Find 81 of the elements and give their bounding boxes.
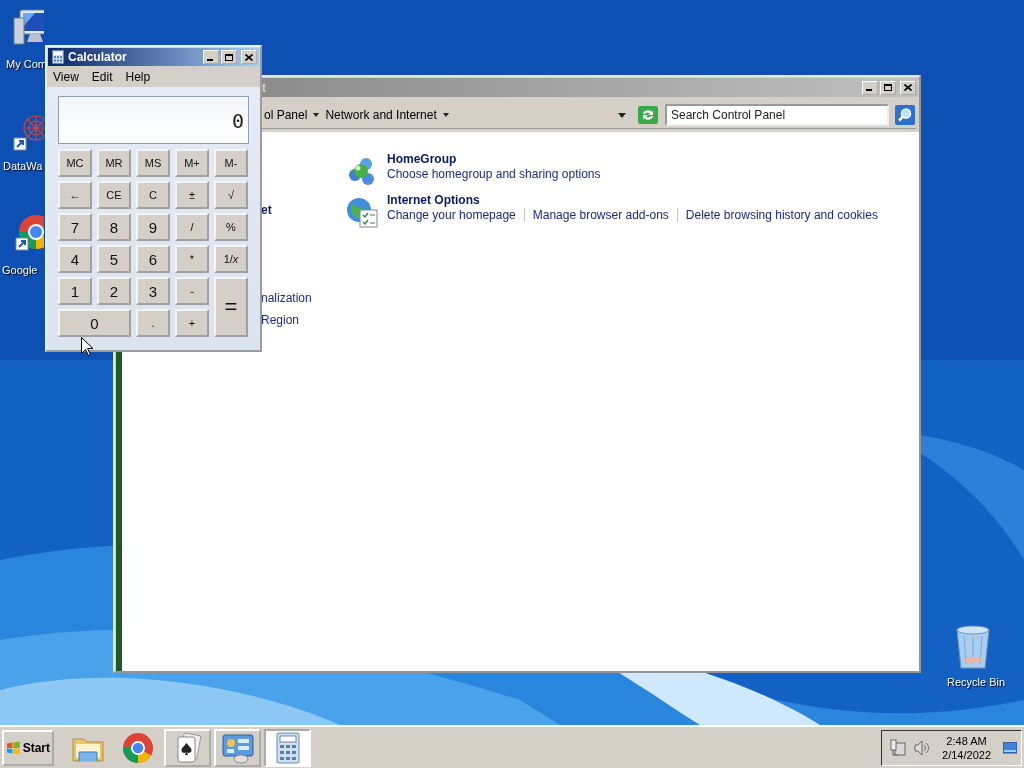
- calculator-key[interactable]: MC: [58, 149, 92, 177]
- close-button[interactable]: [241, 50, 257, 64]
- calculator-icon: [273, 731, 302, 764]
- menu-item[interactable]: View: [53, 70, 79, 84]
- calculator-key[interactable]: 4: [58, 245, 92, 273]
- task-link[interactable]: Manage browser add-ons: [532, 208, 669, 222]
- recycle-bin-icon[interactable]: [953, 624, 993, 670]
- windows-logo-icon: [6, 740, 21, 755]
- calculator-key[interactable]: -: [175, 277, 209, 305]
- desktop-icon-label[interactable]: Google: [2, 264, 38, 276]
- calculator-key[interactable]: 2: [97, 277, 131, 305]
- desktop-icon-label[interactable]: Recycle Bin: [947, 676, 1006, 688]
- calculator-key[interactable]: MS: [136, 149, 170, 177]
- calculator-key[interactable]: C: [136, 181, 170, 209]
- calculator-key[interactable]: .: [136, 309, 170, 337]
- calculator-key[interactable]: √: [214, 181, 248, 209]
- search-icon[interactable]: [895, 105, 915, 125]
- calculator-key[interactable]: ←: [58, 181, 92, 209]
- calculator-key[interactable]: 7: [58, 213, 92, 241]
- desktop-icon-label[interactable]: DataWa: [3, 160, 43, 172]
- network-graph-icon[interactable]: [12, 112, 44, 152]
- search-field[interactable]: Search Control Panel: [665, 104, 889, 126]
- show-desktop-icon: [1003, 741, 1017, 754]
- cursor-icon: [81, 337, 93, 356]
- maximize-button[interactable]: [221, 50, 237, 64]
- calculator-key[interactable]: MR: [97, 149, 131, 177]
- refresh-icon[interactable]: [638, 106, 658, 124]
- calculator-key[interactable]: 3: [136, 277, 170, 305]
- category-link[interactable]: HomeGroup: [387, 152, 601, 166]
- calculator-key[interactable]: 8: [97, 213, 131, 241]
- task-link[interactable]: Choose homegroup and sharing options: [387, 167, 601, 181]
- breadcrumb-item[interactable]: Network and Internet: [325, 108, 437, 122]
- calculator-key[interactable]: 1/x: [214, 245, 248, 273]
- clock-time[interactable]: 2:48 AM: [946, 734, 987, 747]
- start-button[interactable]: Start: [2, 729, 54, 766]
- calculator-key[interactable]: 5: [97, 245, 131, 273]
- close-icon: [245, 53, 253, 61]
- chrome-icon: [121, 731, 154, 764]
- close-button[interactable]: [900, 80, 916, 95]
- calculator-key[interactable]: 9: [136, 213, 170, 241]
- clock-date[interactable]: 2/14/2022: [942, 748, 991, 761]
- network-icon: [890, 738, 907, 757]
- category-link[interactable]: Internet Options: [387, 193, 878, 207]
- menu-item[interactable]: Help: [125, 70, 151, 84]
- calculator-key[interactable]: M+: [175, 149, 209, 177]
- window-title: Calculator: [68, 50, 128, 64]
- breadcrumb-item[interactable]: ol Panel: [264, 108, 308, 122]
- dropdown-caret-icon[interactable]: [618, 112, 626, 118]
- nav-link[interactable]: Region: [261, 313, 346, 327]
- close-icon: [904, 84, 912, 91]
- calculator-key[interactable]: /: [175, 213, 209, 241]
- caret-icon[interactable]: [442, 113, 449, 117]
- calculator-key[interactable]: CE: [97, 181, 131, 209]
- calculator-key[interactable]: 0: [58, 309, 131, 337]
- calculator-icon: [52, 50, 64, 64]
- taskbar-button[interactable]: [164, 728, 211, 767]
- calculator-key[interactable]: 1: [58, 277, 92, 305]
- menu-item[interactable]: Edit: [91, 70, 113, 84]
- calculator-key[interactable]: 6: [136, 245, 170, 273]
- calculator-key[interactable]: ±: [175, 181, 209, 209]
- computer-icon[interactable]: [12, 8, 44, 48]
- nav-link[interactable]: nalization: [261, 291, 346, 305]
- calculator-key[interactable]: *: [175, 245, 209, 273]
- task-link[interactable]: Delete browsing history and cookies: [685, 208, 878, 222]
- minimize-button[interactable]: [203, 50, 219, 64]
- task-link[interactable]: Change your homepage: [387, 208, 516, 222]
- nav-heading[interactable]: et: [261, 203, 346, 217]
- calculator-key[interactable]: M-: [214, 149, 248, 177]
- minimize-button[interactable]: [862, 80, 878, 95]
- maximize-button[interactable]: [880, 80, 896, 95]
- calculator-key[interactable]: +: [175, 309, 209, 337]
- maximize-icon: [884, 84, 892, 91]
- maximize-icon: [225, 53, 233, 61]
- speaker-icon: [914, 739, 931, 756]
- calculator-display: 0: [58, 96, 249, 144]
- calculator-key[interactable]: =: [214, 277, 248, 337]
- globe-checklist-icon[interactable]: [346, 196, 378, 228]
- caret-icon[interactable]: [313, 113, 320, 117]
- control-panel-icon: [220, 731, 255, 764]
- window-title: t: [261, 80, 266, 95]
- calculator-key[interactable]: %: [214, 213, 248, 241]
